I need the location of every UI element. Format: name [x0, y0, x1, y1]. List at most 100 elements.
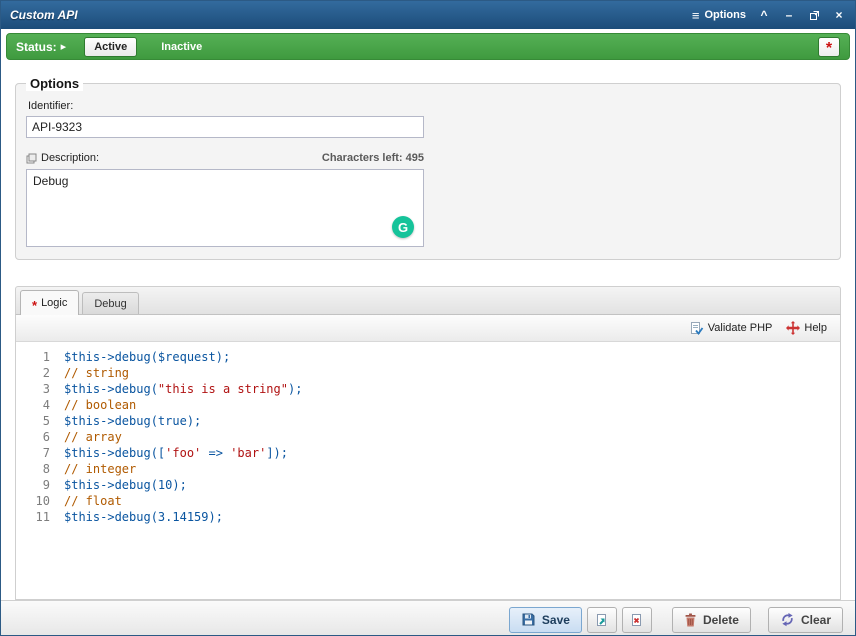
- code-line[interactable]: 5$this->debug(true);: [16, 413, 840, 429]
- line-number: 1: [16, 349, 64, 365]
- code-line[interactable]: 11$this->debug(3.14159);: [16, 509, 840, 525]
- code-text: $this->debug(true);: [64, 413, 201, 429]
- code-line[interactable]: 8// integer: [16, 461, 840, 477]
- code-token: // string: [64, 366, 129, 380]
- code-text: $this->debug(['foo' => 'bar']);: [64, 445, 288, 461]
- help-label: Help: [804, 322, 827, 334]
- code-token: 'bar': [230, 446, 266, 460]
- clear-label: Clear: [801, 613, 831, 627]
- titlebar[interactable]: Custom API ≡ Options ^ – ×: [1, 1, 855, 29]
- minimize-button[interactable]: –: [782, 9, 796, 21]
- code-token: $this->debug(: [64, 478, 158, 492]
- list-icon: ≡: [692, 8, 700, 23]
- close-button[interactable]: ×: [832, 9, 846, 21]
- code-token: // integer: [64, 462, 136, 476]
- code-token: "this is a string": [158, 382, 288, 396]
- code-text: // integer: [64, 461, 136, 477]
- code-token: );: [209, 510, 223, 524]
- trash-icon: [684, 613, 697, 627]
- line-number: 3: [16, 381, 64, 397]
- description-text: Debug: [33, 174, 417, 188]
- delete-label: Delete: [703, 613, 739, 627]
- grammarly-letter: G: [398, 220, 408, 235]
- code-editor[interactable]: 1$this->debug($request);2// string3$this…: [16, 342, 840, 599]
- line-number: 9: [16, 477, 64, 493]
- save-new-button[interactable]: [587, 607, 617, 633]
- code-line[interactable]: 7$this->debug(['foo' => 'bar']);: [16, 445, 840, 461]
- code-token: );: [172, 478, 186, 492]
- options-legend: Options: [26, 76, 83, 91]
- validate-php-button[interactable]: Validate PHP: [684, 318, 779, 338]
- code-line[interactable]: 10// float: [16, 493, 840, 509]
- code-text: $this->debug(3.14159);: [64, 509, 223, 525]
- tab-debug[interactable]: Debug: [82, 292, 138, 314]
- code-token: 10: [158, 478, 172, 492]
- line-number: 11: [16, 509, 64, 525]
- refresh-arrows-icon: [780, 612, 795, 627]
- code-token: $this->debug([: [64, 446, 165, 460]
- minimize-icon: –: [786, 9, 793, 21]
- tab-logic[interactable]: * Logic: [20, 290, 79, 315]
- code-token: ]);: [266, 446, 288, 460]
- identifier-label: Identifier:: [28, 100, 830, 112]
- editor-toolbar: Validate PHP Help: [16, 315, 840, 342]
- code-token: $this->debug(: [64, 382, 158, 396]
- code-token: // array: [64, 430, 122, 444]
- code-token: );: [288, 382, 302, 396]
- line-number: 6: [16, 429, 64, 445]
- code-line[interactable]: 2// string: [16, 365, 840, 381]
- code-token: 'foo': [165, 446, 201, 460]
- chevron-up-icon: ^: [760, 9, 767, 21]
- save-label: Save: [542, 613, 570, 627]
- code-text: // string: [64, 365, 129, 381]
- tab-logic-label: Logic: [41, 297, 67, 309]
- description-label: Description:: [41, 152, 99, 164]
- expand-icon: [26, 153, 37, 164]
- window-title: Custom API: [10, 8, 78, 22]
- grammarly-icon[interactable]: G: [392, 216, 414, 238]
- popout-button[interactable]: [807, 10, 821, 21]
- footer-toolbar: Save Delete Clear: [1, 600, 855, 636]
- options-menu-label: Options: [704, 9, 746, 21]
- save-button[interactable]: Save: [509, 607, 582, 633]
- required-asterisk-icon: *: [32, 299, 37, 312]
- close-icon: ×: [835, 9, 842, 21]
- code-line[interactable]: 1$this->debug($request);: [16, 349, 840, 365]
- asterisk-icon: *: [826, 41, 832, 57]
- code-token: $this->debug(: [64, 510, 158, 524]
- titlebar-controls: ≡ Options ^ – ×: [692, 8, 846, 23]
- status-inactive-button[interactable]: Inactive: [152, 37, 211, 57]
- line-number: 7: [16, 445, 64, 461]
- help-icon: [786, 321, 800, 335]
- description-textarea[interactable]: Debug G: [26, 169, 424, 247]
- logic-panel-body: Validate PHP Help 1$this->debug($request…: [15, 315, 841, 600]
- code-line[interactable]: 9$this->debug(10);: [16, 477, 840, 493]
- code-lines: 1$this->debug($request);2// string3$this…: [16, 349, 840, 525]
- code-text: // boolean: [64, 397, 136, 413]
- collapse-button[interactable]: ^: [757, 9, 771, 21]
- code-line[interactable]: 6// array: [16, 429, 840, 445]
- required-field-button[interactable]: *: [818, 37, 840, 57]
- tab-strip: * Logic Debug: [15, 286, 841, 315]
- clear-button[interactable]: Clear: [768, 607, 843, 633]
- code-line[interactable]: 4// boolean: [16, 397, 840, 413]
- line-number: 2: [16, 365, 64, 381]
- line-number: 5: [16, 413, 64, 429]
- save-close-icon: [630, 613, 644, 627]
- validate-php-icon: [690, 321, 704, 335]
- code-line[interactable]: 3$this->debug("this is a string");: [16, 381, 840, 397]
- code-text: $this->debug($request);: [64, 349, 230, 365]
- help-button[interactable]: Help: [780, 318, 833, 338]
- status-label: Status:: [16, 40, 57, 54]
- save-close-button[interactable]: [622, 607, 652, 633]
- delete-button[interactable]: Delete: [672, 607, 751, 633]
- code-text: // array: [64, 429, 122, 445]
- status-active-button[interactable]: Active: [84, 37, 137, 57]
- description-header: Description: Characters left: 495: [26, 152, 424, 164]
- logic-tabpanel: * Logic Debug Validate PHP H: [15, 286, 841, 600]
- line-number: 4: [16, 397, 64, 413]
- identifier-input[interactable]: [26, 116, 424, 138]
- code-token: // float: [64, 494, 122, 508]
- options-menu-button[interactable]: ≡ Options: [692, 8, 746, 23]
- save-new-icon: [595, 613, 609, 627]
